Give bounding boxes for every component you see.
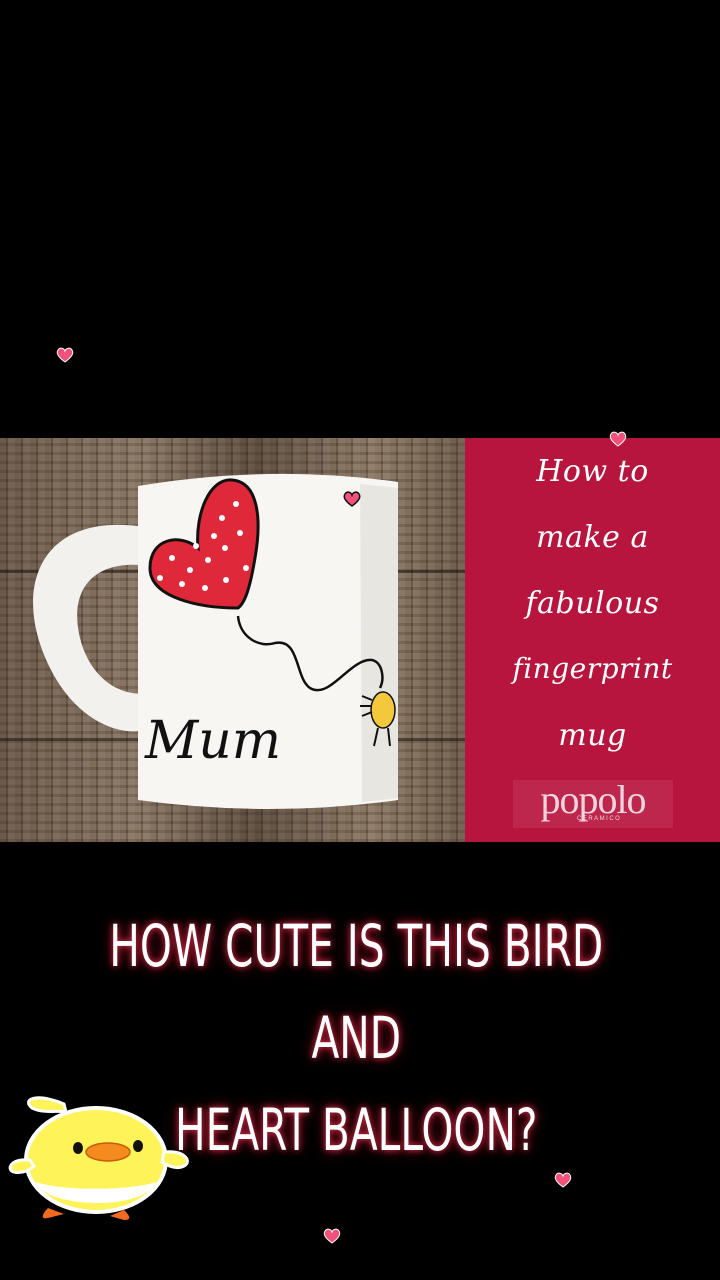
- title-line-3: fabulous: [525, 586, 660, 621]
- heart-icon: [56, 347, 74, 363]
- heart-icon: [323, 1228, 341, 1244]
- chick-sticker: [8, 1096, 189, 1220]
- heart-icon: [343, 491, 361, 507]
- heart-icon: [609, 431, 627, 447]
- brand-name: popolo: [540, 777, 646, 822]
- brand-subtitle: CERAMICO: [577, 816, 622, 822]
- title-line-1: How to: [536, 454, 649, 489]
- heart-icon: [554, 1172, 572, 1188]
- title-line-2: make a: [536, 520, 649, 555]
- brand-logo: popolo CERAMICO: [513, 780, 673, 828]
- title-line-4: fingerprint: [512, 652, 673, 685]
- title-line-5: mug: [558, 718, 627, 753]
- mug-text: Mum: [144, 711, 281, 771]
- story-frame: Mum How to make a fabulous fingerprint m…: [0, 0, 720, 1280]
- caption-line-1: HOW CUTE IS THIS BIRD AND: [109, 912, 604, 1072]
- mug-illustration: Mum: [33, 473, 398, 809]
- mug-photo: Mum: [0, 438, 465, 842]
- title-panel: How to make a fabulous fingerprint mug p…: [465, 438, 720, 842]
